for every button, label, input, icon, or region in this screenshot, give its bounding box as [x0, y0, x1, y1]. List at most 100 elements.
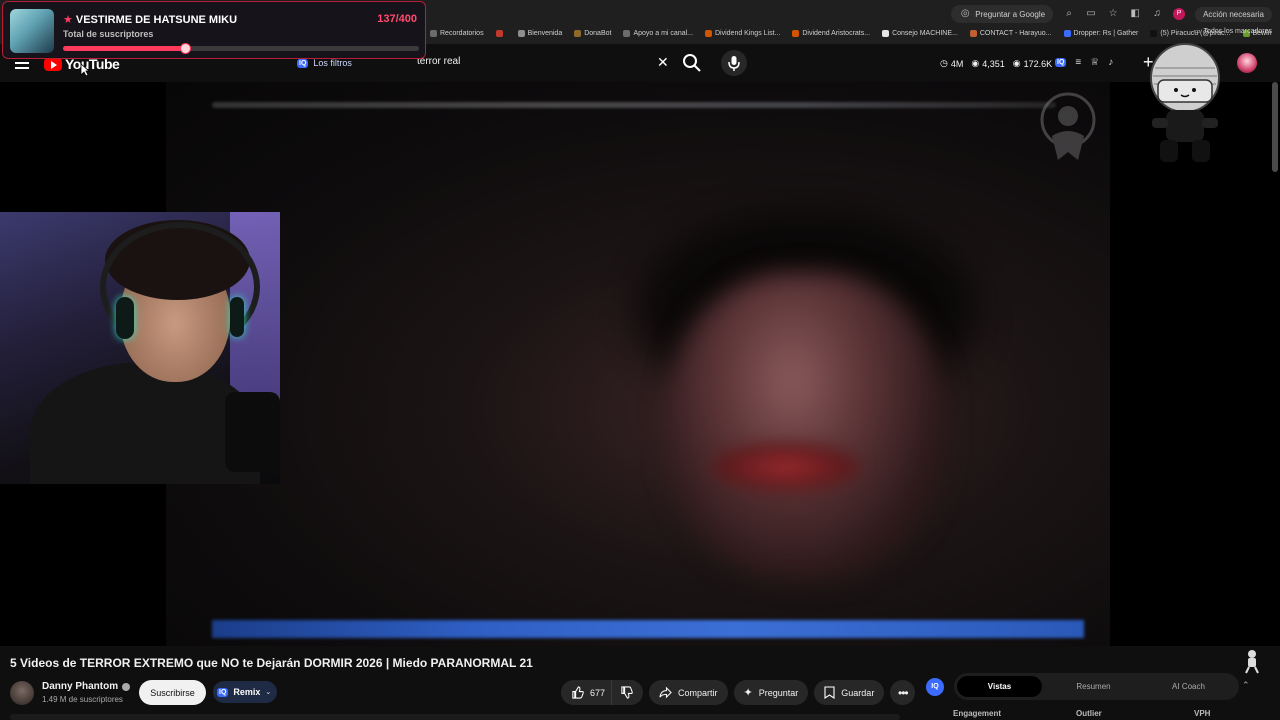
goal-title-text: VESTIRME DE HATSUNE MIKU: [75, 14, 238, 26]
video-frame[interactable]: [166, 82, 1110, 646]
bookmark-label: Dividend Kings List...: [715, 29, 781, 37]
bookmark-item[interactable]: Dividend Kings List...: [705, 29, 781, 37]
bookmark-favicon-icon: [705, 29, 712, 37]
bookmark-item[interactable]: Dividend Aristocrats...: [792, 29, 870, 37]
video-actions: 677 Compartir ✦ Preguntar Guardar •••: [561, 680, 916, 705]
profile-icon[interactable]: P: [1173, 8, 1186, 20]
all-bookmarks-folder[interactable]: ▭ Todos los marcadores: [1193, 27, 1272, 36]
media-icon[interactable]: ♫: [1151, 8, 1163, 20]
microphone-mascot-icon: [1150, 43, 1220, 162]
eye-icon: ◉: [971, 58, 980, 68]
bookmark-item[interactable]: Recordatorios: [430, 29, 484, 37]
clear-search-icon[interactable]: ✕: [657, 54, 669, 71]
folder-icon: ▭: [1193, 28, 1201, 35]
like-button[interactable]: 677: [561, 680, 612, 705]
search-box: terror real ✕: [405, 50, 711, 76]
extensions-icon[interactable]: ◧: [1129, 8, 1141, 20]
iq-extension-icon[interactable]: IQ: [1055, 58, 1067, 67]
trophy-icon[interactable]: ♕: [1090, 57, 1099, 68]
bookmark-item[interactable]: [495, 29, 506, 37]
ask-google-button[interactable]: ◎ Preguntar a Google: [951, 5, 1054, 23]
save-label: Guardar: [841, 687, 875, 698]
bookmark-item[interactable]: Apoyo a mi canal...: [623, 29, 693, 37]
google-lens-icon: ◎: [960, 8, 970, 19]
all-bookmarks-label: Todos los marcadores: [1203, 27, 1272, 35]
bookmark-label: CONTACT - Harayuo...: [979, 29, 1052, 37]
voice-search-button[interactable]: [721, 50, 747, 76]
thumbs-up-icon: [572, 686, 584, 699]
channel-avatar[interactable]: [10, 681, 34, 705]
list-icon[interactable]: ≡: [1075, 57, 1081, 68]
bookmark-label: Consejo MACHINE...: [892, 29, 958, 37]
bookmark-item[interactable]: CONTACT - Harayuo...: [969, 29, 1052, 37]
notifications-icon[interactable]: ♪: [1108, 57, 1113, 68]
verified-icon: [122, 682, 131, 691]
tab-resumen[interactable]: Resumen: [1051, 676, 1136, 697]
search-icon[interactable]: [681, 52, 703, 74]
subscribe-button[interactable]: Suscribirse: [139, 680, 206, 705]
cast-icon[interactable]: ▭: [1085, 8, 1097, 20]
stat-subs: ◉ 172.6K: [1013, 58, 1052, 69]
video-blur-bar: [212, 102, 1056, 108]
video-face: [666, 272, 946, 582]
sparkle-icon: ✦: [743, 687, 753, 699]
description-preview[interactable]: [10, 714, 900, 720]
bookmark-favicon-icon: [792, 29, 800, 37]
goal-progress-knob: [180, 43, 191, 54]
share-button[interactable]: Compartir: [649, 680, 728, 705]
thumbs-down-icon: [621, 686, 633, 699]
heading-engagement: Engagement: [953, 709, 1002, 718]
mouse-cursor-icon: [80, 63, 90, 77]
channel-name: Danny Phantom: [42, 681, 119, 692]
eye-icon: ◉: [1012, 58, 1021, 68]
tab-ai-coach[interactable]: AI Coach: [1146, 676, 1231, 697]
bookmark-favicon-icon: [623, 29, 631, 37]
goal-avatar: [10, 9, 54, 53]
stat-duration: ◷ 4M: [940, 58, 963, 69]
bookmark-favicon-icon: [495, 29, 503, 37]
more-icon: •••: [898, 685, 909, 700]
page-scrollbar[interactable]: [1272, 82, 1278, 172]
filters-button[interactable]: IQ Los filtros: [297, 58, 352, 68]
browser-toolbar-right: ◎ Preguntar a Google ⌕ ▭ ☆ ◧ ♫ P Acción …: [951, 5, 1272, 23]
remix-button[interactable]: IQ Remix ⌄: [213, 681, 277, 703]
bookmark-star-icon[interactable]: ☆: [1107, 8, 1119, 20]
channel-subscriber-count: 1.49 M de suscriptores: [42, 695, 123, 704]
bookmark-item[interactable]: Bienvenida: [517, 29, 562, 37]
save-button[interactable]: Guardar: [814, 680, 885, 705]
action-needed-button[interactable]: Acción necesaria: [1195, 6, 1272, 22]
video-taskbar: [212, 620, 1084, 638]
stat-views: ◉ 4,351: [971, 58, 1004, 69]
dislike-button[interactable]: [611, 680, 644, 705]
bookmark-label: Recordatorios: [440, 29, 484, 37]
headset-earcup: [230, 297, 244, 337]
ask-label: Preguntar: [758, 687, 799, 698]
goal-progress-track: [63, 43, 419, 54]
bookmark-icon: [824, 686, 835, 699]
remix-label: Remix: [233, 687, 261, 697]
bookmark-item[interactable]: Dropper: Rs | Gather: [1063, 29, 1139, 37]
account-avatar[interactable]: [1237, 53, 1257, 73]
ask-button[interactable]: ✦ Preguntar: [733, 680, 809, 705]
collapse-chevron-icon[interactable]: ⌃: [1242, 680, 1250, 691]
like-count: 677: [590, 687, 606, 698]
bookmark-label: Apoyo a mi canal...: [633, 29, 693, 37]
share-label: Compartir: [678, 687, 718, 698]
more-actions-button[interactable]: •••: [890, 680, 916, 705]
iq-panel-icon[interactable]: IQ: [926, 678, 944, 696]
panel-tabs: Vistas Resumen AI Coach: [954, 673, 1239, 700]
video-lips: [711, 442, 861, 492]
bookmark-label: Dropper: Rs | Gather: [1073, 29, 1139, 37]
zoom-icon[interactable]: ⌕: [1063, 8, 1075, 20]
channel-name-link[interactable]: Danny Phantom: [42, 681, 131, 692]
subscriber-goal-widget: ★ VESTIRME DE HATSUNE MIKU 137/400 Total …: [2, 1, 426, 59]
bookmark-item[interactable]: Consejo MACHINE...: [882, 29, 958, 37]
stat-subs-value: 172.6K: [1023, 58, 1053, 69]
video-player[interactable]: [0, 82, 1280, 674]
bookmark-item[interactable]: DonaBot: [574, 29, 611, 37]
video-title: 5 Videos de TERROR EXTREMO que NO te Dej…: [10, 656, 533, 670]
tab-vistas[interactable]: Vistas: [957, 676, 1042, 697]
microphone-icon: [728, 56, 740, 71]
star-icon: ★: [63, 14, 73, 26]
menu-icon[interactable]: [15, 57, 29, 72]
